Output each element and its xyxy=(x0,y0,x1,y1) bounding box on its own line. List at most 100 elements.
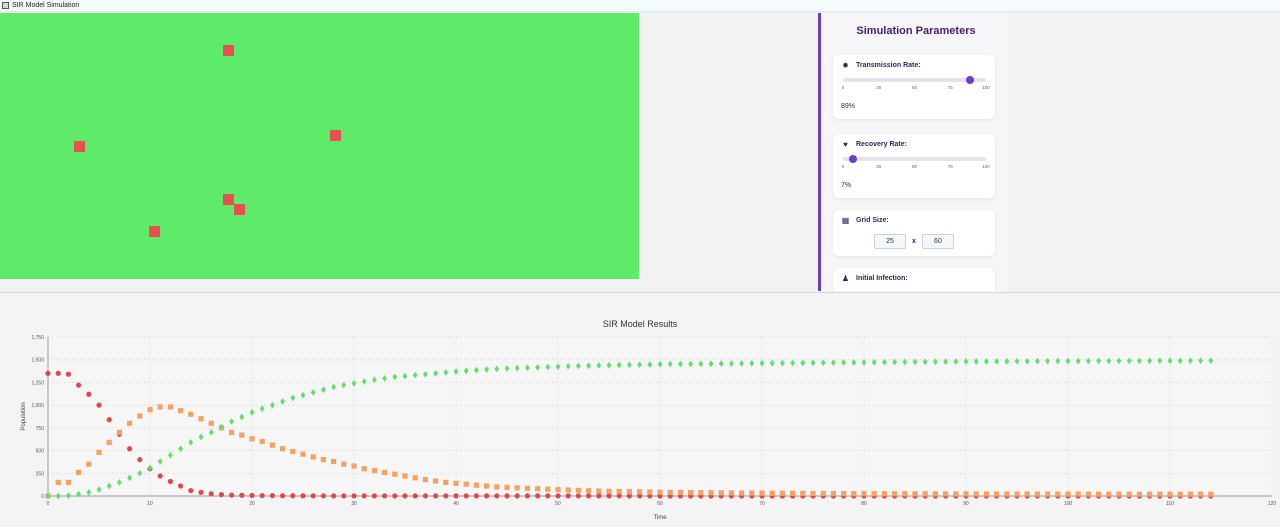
data-point-series-1 xyxy=(331,458,337,465)
data-point-series-1 xyxy=(728,490,734,496)
data-point-series-0 xyxy=(331,493,337,499)
data-point-series-1 xyxy=(484,483,490,489)
slider-tick: 0 xyxy=(841,164,845,169)
data-point-series-0 xyxy=(361,493,367,499)
data-point-series-0 xyxy=(96,402,102,408)
data-point-series-0 xyxy=(218,492,224,498)
recovery-slider-thumb[interactable] xyxy=(849,155,857,163)
initial-infection-label: Initial Infection: xyxy=(856,275,908,282)
initial-infection-card: ♟ Initial Infection: xyxy=(833,268,995,291)
transmission-slider-ticks: 0 25 50 75 100 xyxy=(842,85,990,93)
x-tick-label: 20 xyxy=(249,501,255,507)
data-point-series-1 xyxy=(790,490,796,496)
slider-tick: 50 xyxy=(911,85,918,90)
slider-tick: 100 xyxy=(982,164,990,169)
grid-size-label: Grid Size: xyxy=(856,217,889,224)
data-point-series-1 xyxy=(810,490,816,497)
data-point-series-1 xyxy=(1147,491,1153,497)
data-point-series-0 xyxy=(239,492,245,498)
data-point-series-1 xyxy=(881,491,887,497)
data-point-series-1 xyxy=(412,475,418,481)
grid-cols-input[interactable]: 60 xyxy=(921,234,954,249)
slider-tick: 75 xyxy=(947,164,953,169)
data-point-series-0 xyxy=(351,493,357,499)
data-point-series-0 xyxy=(412,493,418,499)
data-point-series-1 xyxy=(769,490,775,496)
data-point-series-1 xyxy=(596,488,602,494)
data-point-series-0 xyxy=(575,493,582,499)
data-point-series-1 xyxy=(1096,491,1102,497)
data-point-series-0 xyxy=(524,493,531,499)
data-point-series-0 xyxy=(188,487,194,494)
infected-cell xyxy=(234,204,245,215)
x-tick-label: 80 xyxy=(861,501,867,507)
data-point-series-0 xyxy=(596,493,602,499)
slider-tick: 25 xyxy=(876,85,882,90)
data-point-series-1 xyxy=(1157,491,1163,497)
slider-tick: 75 xyxy=(947,85,953,90)
data-point-series-1 xyxy=(259,438,265,445)
infected-cell xyxy=(149,226,160,237)
data-point-series-1 xyxy=(1065,491,1071,497)
grid-icon: ▦ xyxy=(841,216,850,225)
data-point-series-1 xyxy=(382,469,388,475)
data-point-series-0 xyxy=(422,493,428,499)
transmission-rate-slider[interactable] xyxy=(843,76,986,84)
window-title: SIR Model Simulation xyxy=(12,2,80,9)
data-point-series-0 xyxy=(157,473,163,479)
transmission-rate-label: Transmission Rate: xyxy=(856,62,921,69)
data-point-series-1 xyxy=(86,461,92,467)
data-point-series-1 xyxy=(188,411,194,417)
recovery-rate-value: 7% xyxy=(841,182,852,189)
data-point-series-0 xyxy=(137,457,143,463)
data-point-series-1 xyxy=(545,486,551,492)
results-chart: SIR Model Results 0 10 20 30 40 50 60 70 80 90 100… xyxy=(0,293,1280,527)
data-point-series-1 xyxy=(535,486,541,492)
data-point-series-1 xyxy=(1126,491,1132,497)
virus-icon: ✹ xyxy=(842,61,849,70)
data-point-series-0 xyxy=(555,493,561,499)
y-tick-label: 1,500 xyxy=(31,358,44,364)
data-point-series-0 xyxy=(514,493,520,499)
empty-area xyxy=(639,13,819,291)
x-axis-label: Time xyxy=(653,515,667,521)
window-titlebar: SIR Model Simulation xyxy=(0,0,1280,12)
y-axis-label: Population xyxy=(21,402,27,430)
data-point-series-1 xyxy=(1177,491,1183,497)
data-point-series-1 xyxy=(300,451,306,457)
data-point-series-1 xyxy=(402,473,408,479)
data-point-series-1 xyxy=(1055,491,1061,497)
x-tick-label: 90 xyxy=(963,501,969,507)
data-point-series-1 xyxy=(55,479,61,485)
x-tick-label: 30 xyxy=(351,501,357,507)
x-tick-label: 50 xyxy=(555,501,561,507)
data-point-series-0 xyxy=(229,492,235,498)
data-point-series-1 xyxy=(504,484,510,490)
recovery-rate-card: ♥ Recovery Rate: 0 25 50 75 100 7% xyxy=(833,134,995,198)
data-point-series-0 xyxy=(616,493,622,499)
data-point-series-1 xyxy=(433,478,439,484)
data-point-series-0 xyxy=(433,493,439,499)
data-point-series-1 xyxy=(647,489,653,495)
data-point-series-0 xyxy=(320,493,326,499)
data-point-series-1 xyxy=(626,489,632,495)
transmission-slider-thumb[interactable] xyxy=(966,76,975,84)
data-point-series-1 xyxy=(922,491,928,497)
x-tick-label: 60 xyxy=(657,501,663,507)
data-point-series-1 xyxy=(1085,491,1091,497)
heartbeat-icon: ♥ xyxy=(843,140,848,149)
y-tick-label: 0 xyxy=(41,494,44,500)
grid-rows-input[interactable]: 25 xyxy=(874,234,907,249)
data-point-series-1 xyxy=(106,439,112,445)
data-point-series-1 xyxy=(718,490,724,496)
recovery-rate-slider[interactable] xyxy=(843,155,986,163)
data-point-series-0 xyxy=(167,478,173,485)
data-point-series-1 xyxy=(65,479,71,485)
data-point-series-0 xyxy=(535,493,541,499)
data-point-series-1 xyxy=(494,484,500,490)
slider-tick: 100 xyxy=(982,85,990,90)
simulation-grid[interactable] xyxy=(0,13,639,279)
data-point-series-1 xyxy=(351,463,357,469)
data-point-series-1 xyxy=(871,491,877,497)
x-tick-label: 10 xyxy=(147,501,153,507)
